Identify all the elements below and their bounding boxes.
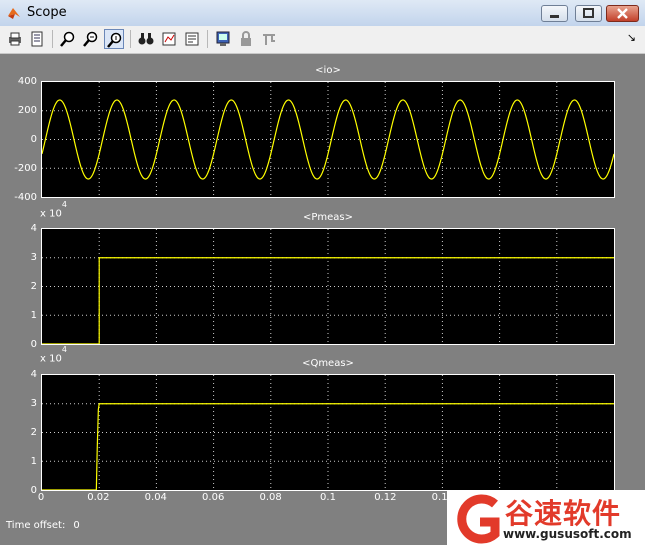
lock-axes-button[interactable] [236,29,256,49]
ytick: 2 [30,427,37,438]
plot-qmeas [42,375,614,491]
ytick: 0 [30,339,37,350]
close-icon [617,8,628,19]
watermark-url: www.gususoft.com [503,527,632,541]
print-icon [9,32,21,46]
time-offset-label: Time offset: [6,520,66,531]
zoom-x-icon [83,31,98,47]
signal-selection-button[interactable] [259,29,279,49]
signal-line [41,99,615,180]
minimize-icon [550,15,559,18]
watermark-text: 谷速软件 [505,497,622,530]
title-bar: Scope [0,0,645,27]
save-axes-button[interactable] [159,29,179,49]
maximize-icon [583,8,594,18]
plot-pmeas [42,229,614,345]
xtick: 0.08 [259,492,282,503]
ytick: -400 [14,192,37,203]
plot-io [41,82,615,197]
zoom-y-button[interactable] [104,29,124,49]
floating-scope-icon [216,31,230,46]
maximize-button[interactable] [575,5,602,22]
ytick: 4 [30,369,37,380]
signal-selection-icon [263,34,275,45]
ytick: -200 [14,163,37,174]
autoscale-icon [138,33,154,45]
axes-title-pmeas: <Pmeas> [302,212,354,223]
window-title: Scope [27,5,67,20]
close-button[interactable] [606,5,639,22]
save-axes-icon [162,32,176,46]
ytick: 1 [30,310,37,321]
zoom-y-icon [107,32,122,48]
parameters-icon [31,31,43,47]
ytick: 0 [30,134,37,145]
ytick: 1 [30,456,37,467]
time-offset: Time offset: 0 [6,520,88,531]
xtick: 0.02 [87,492,110,503]
ytick: 400 [17,76,37,87]
xtick: 0.06 [202,492,225,503]
restore-axes-button[interactable] [182,29,202,49]
signal-line [42,257,614,345]
floating-scope-button[interactable] [213,29,233,49]
time-offset-value: 0 [73,520,80,531]
axes-title-io: <io> [315,65,341,76]
minimize-button[interactable] [541,5,568,22]
axes-io[interactable] [41,81,615,198]
xtick: 0.1 [320,492,336,503]
ytick: 200 [17,105,37,116]
ytick: 3 [30,398,37,409]
autoscale-button[interactable] [136,29,156,49]
print-button[interactable] [5,29,25,49]
zoom-button[interactable] [58,29,78,49]
lock-icon [241,31,251,46]
toolbar: ↘ [0,26,645,54]
axes-title-qmeas: <Qmeas> [302,358,354,369]
zoom-x-button[interactable] [81,29,101,49]
ytick: 4 [30,223,37,234]
parameters-button[interactable] [27,29,47,49]
matlab-icon [8,8,20,19]
ytick: 2 [30,281,37,292]
xtick: 0.04 [144,492,167,503]
axes-qmeas[interactable] [41,374,615,491]
xtick: 0 [37,492,45,503]
restore-axes-icon [185,32,199,46]
zoom-icon [60,31,75,47]
axes-pmeas[interactable] [41,228,615,345]
ytick: 3 [30,252,37,263]
dock-arrow-icon[interactable]: ↘ [627,31,636,44]
signal-line [42,403,614,491]
xtick: 0.12 [374,492,397,503]
